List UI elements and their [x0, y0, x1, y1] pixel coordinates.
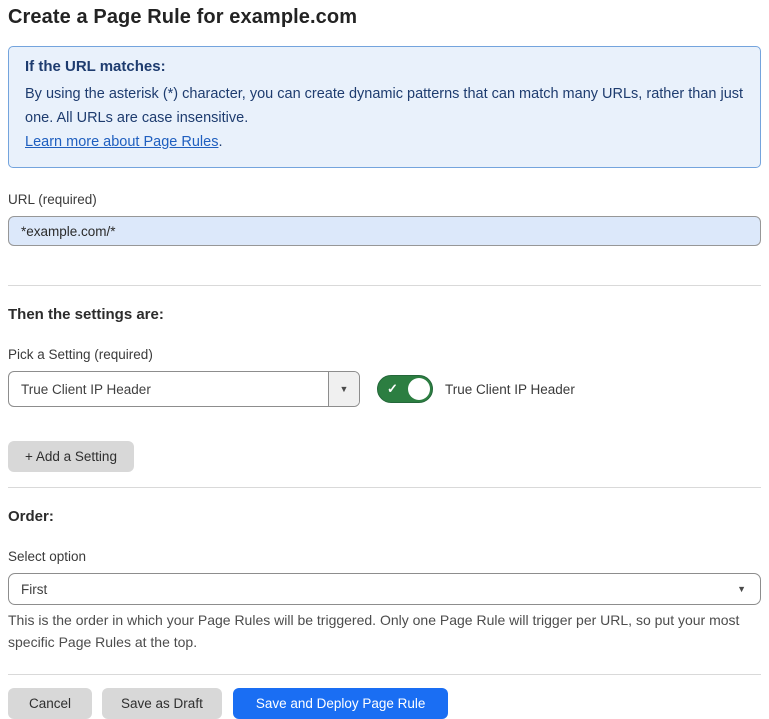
section-divider: [8, 487, 761, 488]
info-box-heading: If the URL matches:: [25, 58, 744, 75]
setting-toggle[interactable]: ✓: [377, 375, 433, 403]
caret-down-icon: ▼: [340, 385, 349, 394]
url-field-label: URL (required): [8, 192, 761, 207]
url-match-info-box: If the URL matches: By using the asteris…: [8, 46, 761, 168]
order-select-value: First: [21, 582, 47, 597]
learn-more-link[interactable]: Learn more about Page Rules: [25, 134, 218, 150]
url-input[interactable]: [8, 216, 761, 246]
footer-button-row: Cancel Save as Draft Save and Deploy Pag…: [8, 688, 761, 719]
toggle-knob: [408, 378, 430, 400]
caret-down-icon: ▼: [737, 585, 746, 594]
setting-dropdown-caret-box[interactable]: ▼: [328, 372, 359, 406]
setting-picker-row: True Client IP Header ▼ ✓ True Client IP…: [8, 371, 761, 407]
setting-toggle-label: True Client IP Header: [445, 382, 575, 397]
order-help-text: This is the order in which your Page Rul…: [8, 610, 748, 653]
setting-picker-label: Pick a Setting (required): [8, 347, 761, 362]
order-select[interactable]: First ▼: [8, 573, 761, 605]
section-divider: [8, 285, 761, 286]
info-box-link-line: Learn more about Page Rules.: [25, 130, 744, 154]
order-section-heading: Order:: [8, 508, 761, 525]
setting-dropdown-value: True Client IP Header: [9, 372, 328, 406]
save-as-draft-button[interactable]: Save as Draft: [102, 688, 222, 719]
check-icon: ✓: [387, 382, 398, 395]
info-box-body: By using the asterisk (*) character, you…: [25, 82, 744, 130]
save-and-deploy-button[interactable]: Save and Deploy Page Rule: [233, 688, 449, 719]
setting-dropdown[interactable]: True Client IP Header ▼: [8, 371, 360, 407]
settings-section-heading: Then the settings are:: [8, 306, 761, 323]
link-suffix: .: [218, 134, 222, 150]
footer-divider: [8, 674, 761, 675]
add-setting-button[interactable]: + Add a Setting: [8, 441, 134, 472]
cancel-button[interactable]: Cancel: [8, 688, 92, 719]
order-select-label: Select option: [8, 549, 761, 564]
page-title: Create a Page Rule for example.com: [8, 6, 761, 29]
